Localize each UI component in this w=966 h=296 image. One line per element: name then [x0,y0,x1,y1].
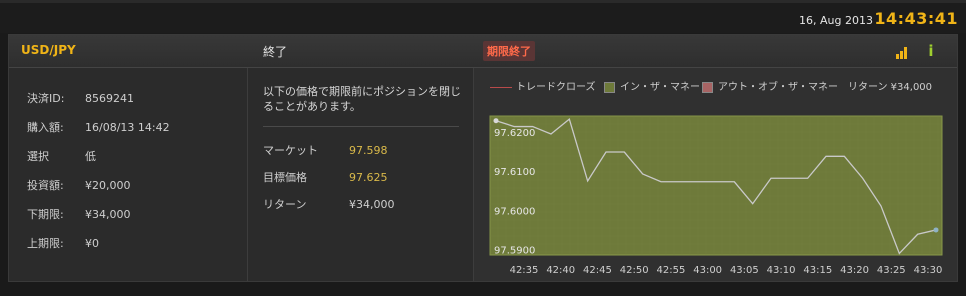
detail-row: 購入額: 16/08/13 14:42 [27,119,170,135]
detail-value: 低 [85,150,96,163]
detail-label: 選択 [27,150,49,163]
currency-pair: USD/JPY [21,43,76,57]
date-label: 16, Aug 2013 [799,14,873,27]
start-point [493,118,499,124]
detail-row: 上期限: ¥0 [27,235,99,251]
detail-value: 8569241 [85,92,134,105]
x-tick-label: 43:00 [693,265,722,276]
return-value: ¥34,000 [349,198,395,211]
detail-row: 投資額: ¥20,000 [27,177,131,193]
y-tick-label: 97.5900 [494,246,535,257]
column-divider [247,68,248,281]
x-tick-label: 42:55 [656,265,685,276]
expired-badge: 期限終了 [483,41,535,61]
top-bar: 16, Aug 2013 14:43:41 [0,0,966,33]
clock: 14:43:41 [874,9,958,28]
detail-value: 16/08/13 14:42 [85,121,170,134]
target-value: 97.625 [349,171,388,184]
signal-bar [900,51,903,59]
detail-row: 下期限: ¥34,000 [27,206,131,222]
divider [263,126,459,127]
target-row: 目標価格 97.625 [263,169,388,185]
market-row: マーケット 97.598 [263,142,388,158]
detail-label: 決済ID: [27,92,65,105]
detail-value: ¥20,000 [85,179,131,192]
info-icon[interactable]: i [923,43,939,59]
y-tick-label: 97.6200 [494,128,535,139]
x-tick-label: 43:25 [877,265,906,276]
chart-svg: 97.6200 97.6100 97.6000 97.5900 42:35 42:40 42… [489,115,943,276]
x-tick-label: 43:05 [730,265,759,276]
trade-details: 決済ID: 8569241 購入額: 16/08/13 14:42 選択 低 投資額:… [9,68,247,281]
x-tick-label: 43:15 [803,265,832,276]
detail-row: 選択 低 [27,148,96,164]
return-row: リターン ¥34,000 [263,196,395,212]
market-label: マーケット [263,144,318,157]
y-tick-label: 97.6100 [494,167,535,178]
market-value: 97.598 [349,144,388,157]
end-point [933,227,939,233]
price-chart: トレードクローズ イン・ザ・マネー アウト・オブ・ザ・マネー リターン ¥34,… [474,68,957,281]
x-tick-label: 42:35 [510,265,539,276]
detail-label: 下期限: [27,208,64,221]
return-label: リターン [263,198,307,211]
x-tick-label: 43:30 [914,265,943,276]
signal-bars-icon[interactable] [893,43,909,59]
y-tick-label: 97.6000 [494,206,535,217]
detail-label: 投資額: [27,179,64,192]
x-tick-label: 43:10 [767,265,796,276]
price-summary: 以下の価格で期限前にポジションを閉じることがあります。 マーケット 97.598 … [249,68,473,281]
detail-value: ¥0 [85,237,99,250]
detail-label: 購入額: [27,121,64,134]
trade-status: 終了 [263,45,288,59]
trade-panel: USD/JPY 終了 期限終了 i 決済ID: 8569241 購入額: 16/08… [8,34,958,282]
x-tick-label: 43:20 [840,265,869,276]
signal-bar [904,47,907,59]
detail-value: ¥34,000 [85,208,131,221]
detail-row: 決済ID: 8569241 [27,90,134,106]
x-tick-label: 42:45 [583,265,612,276]
close-note: 以下の価格で期限前にポジションを閉じることがあります。 [263,85,461,113]
target-label: 目標価格 [263,171,307,184]
x-tick-label: 42:50 [620,265,649,276]
signal-bar [896,54,899,59]
detail-label: 上期限: [27,237,64,250]
panel-header: USD/JPY 終了 期限終了 i [9,35,957,68]
x-tick-label: 42:40 [546,265,575,276]
